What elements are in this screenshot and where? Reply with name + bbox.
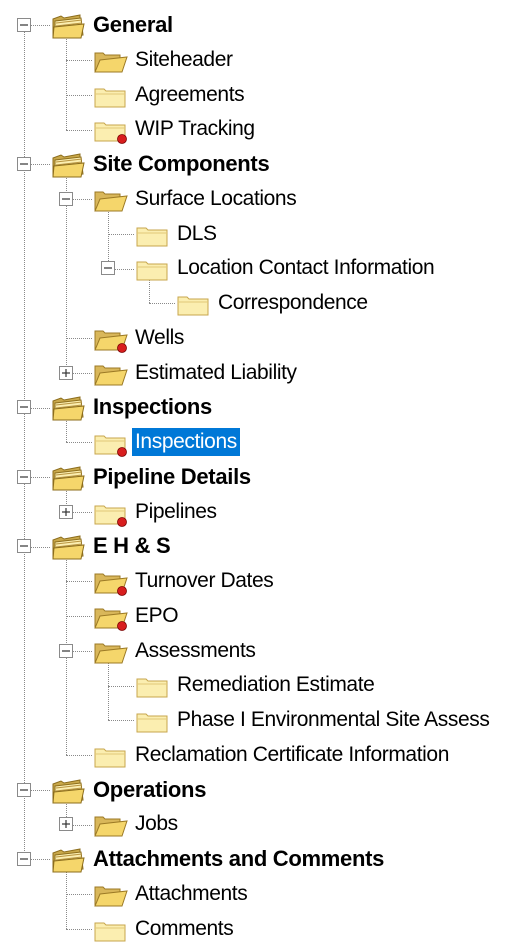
tree-node-epo[interactable]: EPO [0, 599, 532, 633]
tree-node-label[interactable]: Inspections [131, 427, 241, 457]
folder-closed-icon [92, 80, 128, 110]
tree-node-operations[interactable]: Operations [0, 773, 532, 807]
folder-stack-icon [50, 844, 86, 874]
folder-stack-icon [50, 531, 86, 561]
tree-node-label[interactable]: Assessments [132, 637, 258, 665]
folder-stack-icon [50, 392, 86, 422]
tree-view[interactable]: General Siteheader Agreements WIP Tracking S… [0, 0, 532, 941]
folder-closed-icon [134, 705, 170, 735]
tree-node-label[interactable]: Siteheader [132, 46, 236, 74]
folder-alert-icon [92, 497, 128, 527]
tree-node-estimated-liability[interactable]: Estimated Liability [0, 356, 532, 390]
folder-closed-icon [134, 670, 170, 700]
tree-node-label[interactable]: Estimated Liability [132, 359, 300, 387]
tree-node-label[interactable]: Attachments [132, 880, 250, 908]
tree-node-phase-i-environmental-site-assess[interactable]: Phase I Environmental Site Assess [0, 703, 532, 737]
folder-closed-icon [175, 288, 211, 318]
folder-open-alert-icon [92, 566, 128, 596]
tree-node-agreements[interactable]: Agreements [0, 78, 532, 112]
tree-node-label[interactable]: Remediation Estimate [174, 671, 377, 699]
collapse-icon[interactable] [17, 782, 31, 797]
tree-node-assessments[interactable]: Assessments [0, 634, 532, 668]
folder-open-icon [92, 636, 128, 666]
folder-open-icon [92, 45, 128, 75]
tree-node-remediation-estimate[interactable]: Remediation Estimate [0, 668, 532, 702]
tree-node-label[interactable]: Jobs [132, 810, 181, 838]
tree-node-label[interactable]: Pipelines [132, 498, 220, 526]
tree-node-label[interactable]: E H & S [90, 532, 173, 560]
collapse-icon[interactable] [17, 852, 31, 866]
tree-node-siteheader[interactable]: Siteheader [0, 43, 532, 77]
collapse-icon[interactable] [17, 469, 31, 484]
folder-open-alert-icon [92, 323, 128, 353]
tree-node-reclamation-certificate-information[interactable]: Reclamation Certificate Information [0, 738, 532, 772]
tree-node-pipelines[interactable]: Pipelines [0, 495, 532, 529]
collapse-icon[interactable] [17, 400, 31, 415]
tree-node-wells[interactable]: Wells [0, 321, 532, 355]
tree-node-label[interactable]: Attachments and Comments [90, 845, 387, 873]
tree-node-label[interactable]: Wells [132, 324, 187, 352]
tree-node-label[interactable]: General [90, 11, 176, 39]
collapse-icon[interactable] [59, 643, 73, 658]
tree-node-attachments-and-comments[interactable]: Attachments and Comments [0, 842, 532, 876]
collapse-icon[interactable] [17, 539, 31, 554]
tree-node-site-components[interactable]: Site Components [0, 147, 532, 181]
tree-node-label[interactable]: Comments [132, 915, 236, 943]
folder-closed-icon [92, 914, 128, 944]
folder-closed-icon [134, 253, 170, 283]
folder-open-icon [92, 809, 128, 839]
folder-closed-icon [134, 219, 170, 249]
expand-icon[interactable] [59, 817, 73, 832]
tree-node-inspections[interactable]: Inspections [0, 390, 532, 424]
tree-node-label[interactable]: Turnover Dates [132, 567, 276, 595]
tree-node-pipeline-details[interactable]: Pipeline Details [0, 460, 532, 494]
tree-node-label[interactable]: Phase I Environmental Site Assess [174, 706, 492, 734]
tree-node-label[interactable]: Location Contact Information [174, 254, 437, 282]
tree-node-location-contact-information[interactable]: Location Contact Information [0, 251, 532, 285]
folder-stack-icon [50, 775, 86, 805]
tree-node-label[interactable]: DLS [174, 220, 220, 248]
folder-open-icon [92, 879, 128, 909]
tree-node-wip-tracking[interactable]: WIP Tracking [0, 112, 532, 146]
folder-stack-icon [50, 462, 86, 492]
tree-node-e-h-and-s[interactable]: E H & S [0, 529, 532, 563]
folder-alert-icon [92, 114, 128, 145]
tree-node-comments[interactable]: Comments [0, 912, 532, 946]
folder-stack-icon [50, 149, 86, 179]
tree-node-turnover-dates[interactable]: Turnover Dates [0, 564, 532, 598]
tree-node-correspondence[interactable]: Correspondence [0, 286, 532, 320]
collapse-icon[interactable] [101, 261, 115, 276]
tree-node-label[interactable]: Reclamation Certificate Information [132, 741, 452, 769]
collapse-icon[interactable] [17, 157, 31, 171]
collapse-icon[interactable] [17, 18, 31, 32]
tree-node-label[interactable]: Inspections [90, 393, 215, 421]
tree-node-dls[interactable]: DLS [0, 217, 532, 251]
tree-node-inspections[interactable]: Inspections [0, 425, 532, 459]
tree-node-general[interactable]: General [0, 8, 532, 42]
tree-node-label[interactable]: Pipeline Details [90, 463, 254, 491]
tree-node-attachments[interactable]: Attachments [0, 877, 532, 911]
folder-stack-icon [50, 10, 86, 40]
folder-open-icon [92, 184, 128, 214]
tree-node-surface-locations[interactable]: Surface Locations [0, 182, 532, 216]
collapse-icon[interactable] [59, 191, 73, 206]
folder-alert-icon [92, 427, 128, 457]
tree-node-label[interactable]: EPO [132, 602, 181, 630]
tree-node-jobs[interactable]: Jobs [0, 807, 532, 841]
tree-node-label[interactable]: Agreements [132, 81, 247, 109]
tree-node-label[interactable]: Surface Locations [132, 185, 299, 213]
expand-icon[interactable] [59, 365, 73, 380]
expand-icon[interactable] [59, 504, 73, 519]
folder-open-icon [92, 358, 128, 388]
tree-node-label[interactable]: Operations [90, 776, 209, 804]
folder-open-alert-icon [92, 601, 128, 631]
tree-node-label[interactable]: Correspondence [215, 289, 371, 317]
tree-node-label[interactable]: Site Components [90, 150, 272, 178]
folder-closed-icon [92, 740, 128, 770]
tree-node-label[interactable]: WIP Tracking [132, 115, 258, 143]
